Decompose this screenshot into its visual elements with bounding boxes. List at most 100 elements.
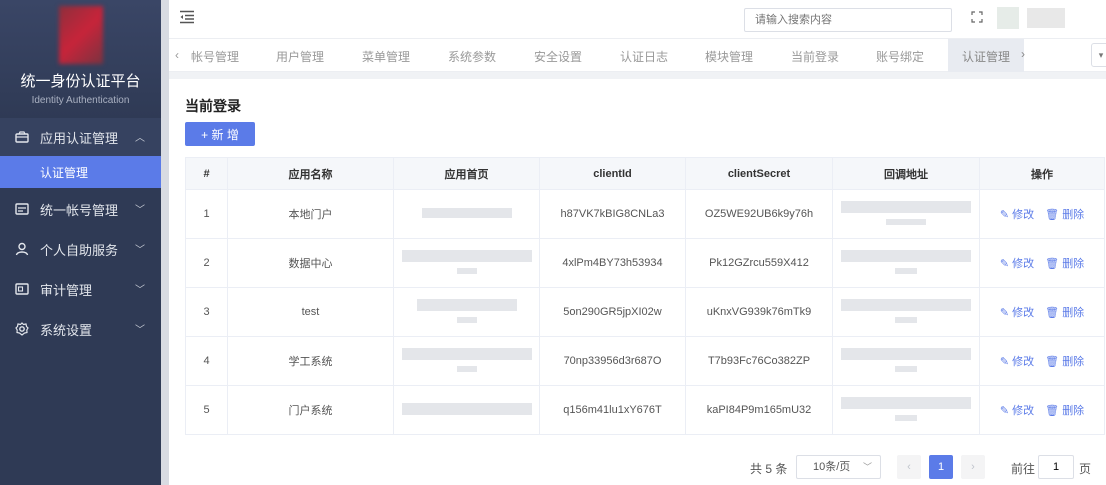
delete-label: 删除 <box>1062 356 1085 368</box>
chevron-down-icon: ﹀ <box>135 285 145 296</box>
app-box-icon <box>14 130 30 144</box>
sidebar-item-system-settings[interactable]: 系统设置 ﹀ <box>0 310 161 348</box>
page-size-value: 10条/页 <box>813 461 851 473</box>
edit-label: 修改 <box>1012 209 1035 221</box>
row-app-name: test <box>227 287 394 337</box>
edit-link[interactable]: ✎ 修改 <box>1000 405 1034 417</box>
tab-menu-dropdown[interactable]: ▾ <box>1091 43 1106 67</box>
edit-link[interactable]: ✎ 修改 <box>1000 356 1034 368</box>
page-number-current[interactable]: 1 <box>929 455 953 479</box>
content-card: 当前登录 + 新 增 # 应用名称 应用首页 clientId clientSe… <box>169 79 1106 485</box>
sidebar-item-account[interactable]: 统一帐号管理 ﹀ <box>0 190 161 228</box>
delete-link[interactable]: 🗑 删除 <box>1045 307 1084 319</box>
logo-title: 统一身份认证平台 <box>20 73 141 90</box>
row-callback-blurred <box>832 189 980 239</box>
row-client-secret: uKnxVG939k76mTk9 <box>685 287 833 337</box>
table-row: 3 test 5on290GR5jpXI02w uKnxVG939k76mTk9… <box>185 287 1105 337</box>
row-app-name: 数据中心 <box>227 238 394 288</box>
avatar[interactable] <box>997 7 1019 29</box>
id-card-icon <box>14 202 30 216</box>
tab-security-settings[interactable]: 安全设置 <box>534 48 582 65</box>
prev-page-button[interactable]: ‹ <box>897 455 921 479</box>
chevron-right-icon[interactable]: › <box>1021 47 1025 61</box>
delete-link[interactable]: 🗑 删除 <box>1045 258 1084 270</box>
edit-link[interactable]: ✎ 修改 <box>1000 209 1034 221</box>
goto-suffix: 页 <box>1079 462 1092 476</box>
chevron-up-icon: ︿ <box>135 133 145 144</box>
sidebar-item-app-auth[interactable]: 应用认证管理 ︿ <box>0 118 161 156</box>
tab-user-manage[interactable]: 用户管理 <box>276 48 324 65</box>
logo-image <box>58 6 103 64</box>
row-actions: ✎ 修改 🗑 删除 <box>979 385 1105 435</box>
edit-link[interactable]: ✎ 修改 <box>1000 307 1034 319</box>
chevron-down-icon: ﹀ <box>135 325 145 336</box>
row-num: 1 <box>185 189 228 239</box>
sidebar-item-label: 统一帐号管理 <box>40 202 119 218</box>
row-homepage-blurred <box>393 238 540 288</box>
tab-menu-manage[interactable]: 菜单管理 <box>362 48 410 65</box>
row-client-secret: Pk12GZrcu559X412 <box>685 238 833 288</box>
edit-link[interactable]: ✎ 修改 <box>1000 258 1034 270</box>
row-homepage-blurred <box>393 189 540 239</box>
chevron-down-icon: ﹀ <box>862 462 872 472</box>
row-app-name: 学工系统 <box>227 336 394 386</box>
chevron-down-icon: ﹀ <box>135 205 145 216</box>
col-header-app-name: 应用名称 <box>227 157 394 190</box>
row-client-id: 5on290GR5jpXI02w <box>539 287 686 337</box>
sidebar-subitem-auth-manage[interactable]: 认证管理 <box>0 156 161 188</box>
row-actions: ✎ 修改 🗑 删除 <box>979 189 1105 239</box>
row-actions: ✎ 修改 🗑 删除 <box>979 336 1105 386</box>
app-table: # 应用名称 应用首页 clientId clientSecret 回调地址 操… <box>185 157 1105 435</box>
col-header-client-id: clientId <box>539 157 686 190</box>
row-callback-blurred <box>832 385 980 435</box>
delete-link[interactable]: 🗑 删除 <box>1045 209 1084 221</box>
sidebar-item-label: 审计管理 <box>40 282 93 298</box>
row-num: 3 <box>185 287 228 337</box>
col-header-num: # <box>185 157 228 190</box>
delete-label: 删除 <box>1062 209 1085 221</box>
row-client-id: 70np33956d3r687O <box>539 336 686 386</box>
user-name-blurred[interactable] <box>1027 8 1065 28</box>
delete-label: 删除 <box>1062 405 1085 417</box>
goto-page-input[interactable] <box>1038 455 1074 479</box>
row-num: 4 <box>185 336 228 386</box>
row-client-id: q156m41lu1xY676T <box>539 385 686 435</box>
sidebar-item-label: 应用认证管理 <box>40 130 119 146</box>
tab-current-login[interactable]: 当前登录 <box>791 48 839 65</box>
sidebar-item-label: 系统设置 <box>40 322 93 338</box>
fullscreen-icon[interactable] <box>971 11 983 26</box>
table-row: 5 门户系统 q156m41lu1xY676T kaPI84P9m165mU32… <box>185 385 1105 435</box>
tab-system-params[interactable]: 系统参数 <box>448 48 496 65</box>
tab-module-manage[interactable]: 模块管理 <box>705 48 753 65</box>
col-header-actions: 操作 <box>979 157 1105 190</box>
next-page-button[interactable]: › <box>961 455 985 479</box>
row-actions: ✎ 修改 🗑 删除 <box>979 287 1105 337</box>
user-icon <box>14 242 30 256</box>
row-client-secret: T7b93Fc76Co382ZP <box>685 336 833 386</box>
col-header-homepage: 应用首页 <box>393 157 540 190</box>
delete-link[interactable]: 🗑 删除 <box>1045 405 1084 417</box>
sidebar-divider <box>161 0 169 485</box>
delete-link[interactable]: 🗑 删除 <box>1045 356 1084 368</box>
tab-auth-manage[interactable]: 认证管理 <box>948 39 1025 72</box>
menu-toggle-icon[interactable] <box>179 10 195 29</box>
audit-icon <box>14 282 30 296</box>
row-actions: ✎ 修改 🗑 删除 <box>979 238 1105 288</box>
edit-label: 修改 <box>1012 356 1035 368</box>
logo-subtitle: Identity Authentication <box>31 95 130 106</box>
add-button[interactable]: + 新 增 <box>185 122 255 146</box>
pagination-total: 共 5 条 <box>750 462 788 476</box>
tab-account-binding[interactable]: 账号绑定 <box>876 48 924 65</box>
top-header <box>169 0 1106 38</box>
page-size-select[interactable]: 10条/页 ﹀ <box>796 455 881 479</box>
row-callback-blurred <box>832 336 980 386</box>
page-title: 当前登录 <box>185 98 241 114</box>
row-homepage-blurred <box>393 336 540 386</box>
tab-auth-log[interactable]: 认证日志 <box>620 48 668 65</box>
sidebar-item-self-service[interactable]: 个人自助服务 ﹀ <box>0 230 161 268</box>
search-input[interactable] <box>744 8 952 32</box>
sidebar-item-audit[interactable]: 审计管理 ﹀ <box>0 270 161 308</box>
chevron-left-icon[interactable]: ‹ <box>175 48 179 62</box>
tab-account-manage[interactable]: 帐号管理 <box>191 48 239 65</box>
table-row: 1 本地门户 h87VK7kBIG8CNLa3 OZ5WE92UB6k9y76h… <box>185 189 1105 239</box>
